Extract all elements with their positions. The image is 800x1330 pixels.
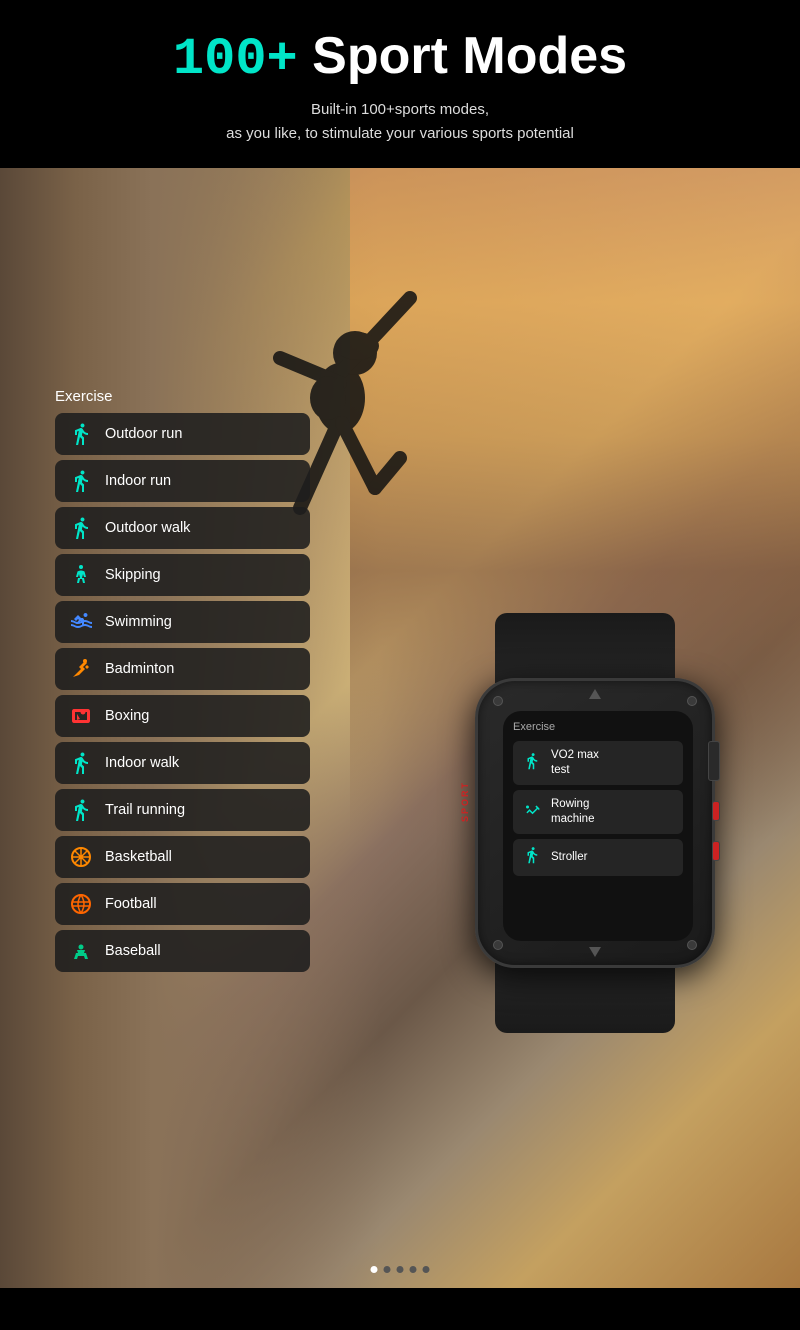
list-item: Basketball [55,836,310,878]
swimming-icon [67,608,95,636]
watch-side-btn-red-1[interactable] [712,801,720,821]
watch-screen: Exercise VO2 maxtest Rowingmachine [503,711,693,941]
dot-3[interactable] [397,1266,404,1273]
outdoor-run-label: Outdoor run [105,426,182,442]
badminton-label: Badminton [105,661,174,677]
list-item: Badminton [55,648,310,690]
watch-exercise-label: Exercise [513,721,683,733]
watch-device: SPORT Exercise VO2 maxtest [445,668,745,1048]
list-item: Boxing [55,695,310,737]
indoor-run-icon [67,467,95,495]
bolt-tr [687,696,697,706]
outdoor-walk-label: Outdoor walk [105,520,190,536]
main-area: Exercise Outdoor run Indoor run Outdoor … [0,168,800,1288]
football-icon [67,890,95,918]
list-item: Indoor walk [55,742,310,784]
watch-list-item: Rowingmachine [513,790,683,834]
watch-nav-down[interactable] [589,947,601,957]
indoor-run-label: Indoor run [105,473,171,489]
watch-band-bottom [495,963,675,1033]
sport-text: SPORT [460,781,470,822]
boxing-icon [67,702,95,730]
stroller-icon [521,846,543,869]
vo2-icon [521,752,543,775]
exercise-panel: Exercise Outdoor run Indoor run Outdoor … [55,388,310,977]
list-item: Skipping [55,554,310,596]
dot-2[interactable] [384,1266,391,1273]
list-item: Swimming [55,601,310,643]
football-label: Football [105,896,157,912]
main-title: 100+ Sport Modes [40,28,760,88]
swimming-label: Swimming [105,614,172,630]
list-item: Outdoor walk [55,507,310,549]
badminton-icon [67,655,95,683]
watch-screen-content: Exercise VO2 maxtest Rowingmachine [503,711,693,941]
baseball-icon [67,937,95,965]
title-rest: Sport Modes [298,27,627,85]
page-dots [371,1266,430,1273]
title-highlight: 100+ [173,30,298,89]
header-section: 100+ Sport Modes Built-in 100+sports mod… [0,0,800,168]
rowing-label: Rowingmachine [551,797,594,827]
trail-running-icon [67,796,95,824]
indoor-walk-icon [67,749,95,777]
list-item: Trail running [55,789,310,831]
exercise-panel-label: Exercise [55,388,310,405]
watch-side-btn-1[interactable] [708,741,720,781]
list-item: Indoor run [55,460,310,502]
basketball-icon [67,843,95,871]
list-item: Baseball [55,930,310,972]
outdoor-walk-icon [67,514,95,542]
watch-list-item: VO2 maxtest [513,741,683,785]
dot-4[interactable] [410,1266,417,1273]
rowing-icon [521,801,543,824]
bolt-br [687,940,697,950]
stroller-label: Stroller [551,850,587,865]
watch-side-btn-red-2[interactable] [712,841,720,861]
watch-list-item: Stroller [513,839,683,876]
watch-nav-up[interactable] [589,689,601,699]
dot-1[interactable] [371,1266,378,1273]
trail-running-label: Trail running [105,802,185,818]
bolt-bl [493,940,503,950]
vo2-label: VO2 maxtest [551,748,599,778]
subtitle: Built-in 100+sports modes, as you like, … [40,98,760,146]
watch-outer: SPORT Exercise VO2 maxtest [465,668,725,978]
outdoor-run-icon [67,420,95,448]
skipping-icon [67,561,95,589]
list-item: Football [55,883,310,925]
dot-5[interactable] [423,1266,430,1273]
bolt-tl [493,696,503,706]
indoor-walk-label: Indoor walk [105,755,179,771]
skipping-label: Skipping [105,567,161,583]
watch-band-top [495,613,675,683]
list-item: Outdoor run [55,413,310,455]
boxing-label: Boxing [105,708,149,724]
basketball-label: Basketball [105,849,172,865]
watch-body: SPORT Exercise VO2 maxtest [475,678,715,968]
baseball-label: Baseball [105,943,161,959]
